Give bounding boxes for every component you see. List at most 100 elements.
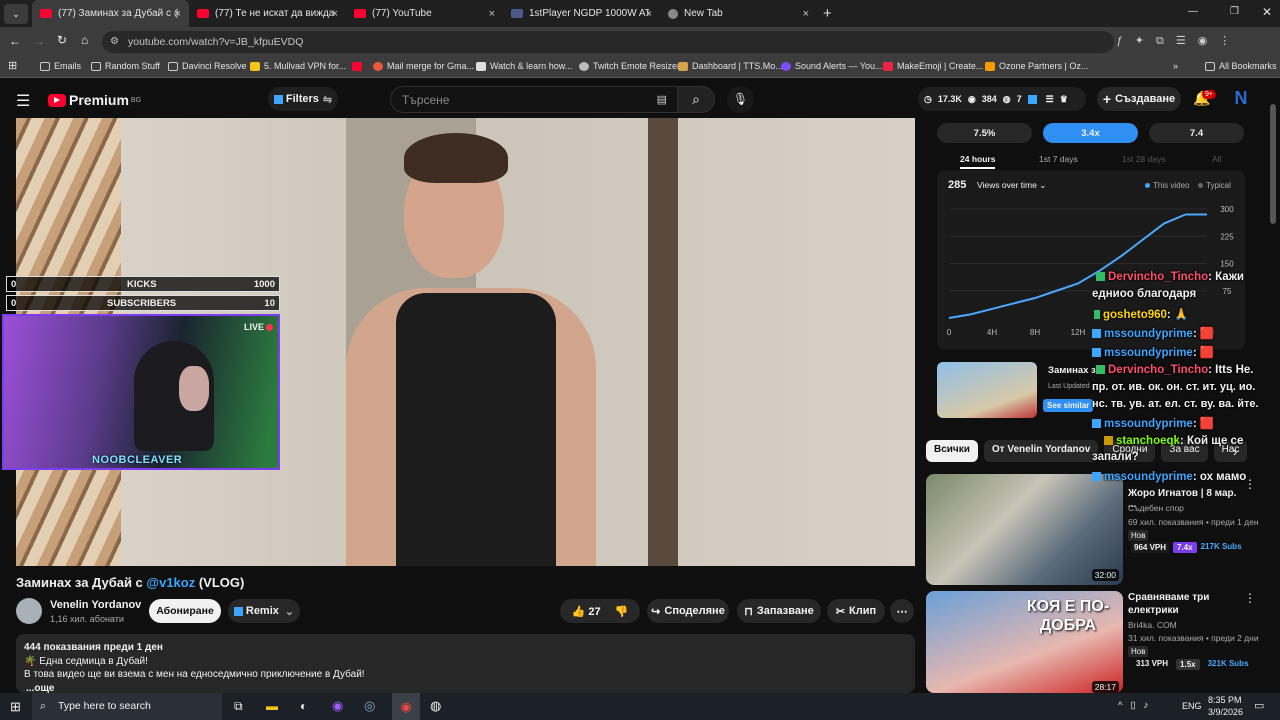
- range-7d[interactable]: 1st 7 days: [1039, 154, 1078, 164]
- bookmark-mail-merge[interactable]: Mail merge for Gma...: [373, 61, 474, 72]
- app-icon[interactable]: ◐: [300, 699, 307, 713]
- rec-video-1-meta: 69 хил. показвания • преди 1 ден: [1128, 517, 1259, 527]
- close-tab-icon[interactable]: ×: [803, 8, 809, 20]
- obs-icon[interactable]: ◍: [430, 698, 441, 714]
- bookmark-watch-learn[interactable]: Watch & learn how...: [476, 61, 572, 72]
- language-indicator[interactable]: ENG: [1182, 701, 1202, 711]
- messenger-icon[interactable]: ◉: [332, 698, 343, 714]
- filters-button[interactable]: Filters ⇋: [268, 87, 338, 111]
- chip-all[interactable]: Всички: [926, 440, 978, 462]
- subscribers-bar: 0 SUBSCRIBERS 10: [6, 295, 280, 311]
- similar-video-card[interactable]: [937, 362, 1037, 418]
- remix-button[interactable]: Remix ⌄: [228, 599, 300, 623]
- account-avatar[interactable]: N: [1230, 88, 1252, 110]
- like-button[interactable]: 👍 27: [572, 605, 601, 618]
- browser-tab-active[interactable]: (77) Заминах за Дубай с @v1koz×: [32, 0, 189, 27]
- close-tab-icon[interactable]: ×: [489, 8, 495, 20]
- clock-date[interactable]: 3/9/2026: [1208, 707, 1243, 717]
- x-tick-label: 12H: [1071, 328, 1086, 337]
- share-button[interactable]: ↪ Споделяне: [647, 599, 729, 623]
- bookmark-mullvad[interactable]: 5. Mullvad VPN for...: [250, 61, 346, 72]
- channel-name[interactable]: Venelin Yordanov: [50, 599, 141, 611]
- subscribe-button[interactable]: Абониране: [149, 599, 221, 623]
- menu-icon[interactable]: ☰: [16, 91, 30, 111]
- close-tab-icon[interactable]: ×: [332, 8, 338, 20]
- steam-icon[interactable]: ◎: [364, 698, 375, 714]
- youtube-favicon-icon: [197, 9, 209, 18]
- browser-tab[interactable]: New Tab ×: [660, 0, 817, 27]
- metric-pill[interactable]: 7.5%: [937, 123, 1032, 143]
- channel-avatar[interactable]: [16, 598, 42, 624]
- rec-video-2-title[interactable]: Сравняваме три електрики: [1128, 591, 1218, 617]
- trophy-icon[interactable]: ♛: [1060, 94, 1068, 105]
- rec-video-1-stats: 964 VPH 7.4x 217K Subs: [1131, 542, 1242, 553]
- browser-tab[interactable]: (77) Те не искат да виждат ×: [189, 0, 346, 27]
- taskbar-search-input[interactable]: ⌕ Type here to search: [32, 693, 222, 720]
- rec-video-1-thumb[interactable]: 32:00: [926, 474, 1123, 585]
- task-view-icon[interactable]: ⧉: [234, 699, 243, 714]
- apps-icon[interactable]: ⊞: [8, 59, 17, 72]
- bookmark-youtube[interactable]: [352, 61, 366, 72]
- bookmark-sound-alerts[interactable]: Sound Alerts — You...: [781, 61, 883, 72]
- keyboard-icon[interactable]: ▤: [657, 93, 667, 106]
- rec-video-2-channel[interactable]: Bri4ka. COM: [1128, 620, 1177, 630]
- forward-icon[interactable]: →: [33, 34, 45, 48]
- notification-center-icon[interactable]: ▭: [1254, 699, 1264, 712]
- range-28d[interactable]: 1st 28 days: [1122, 154, 1165, 164]
- chip-from-channel[interactable]: От Venelin Yordanov: [983, 440, 1099, 462]
- voice-search-icon[interactable]: 🎙: [727, 86, 754, 113]
- back-icon[interactable]: ←: [9, 34, 21, 48]
- metric-pill-active[interactable]: 3.4x: [1043, 123, 1138, 143]
- bookmark-makeemoji[interactable]: MakeEmoji | Create...: [883, 61, 983, 72]
- close-tab-icon[interactable]: ×: [646, 8, 652, 20]
- range-all[interactable]: All: [1212, 154, 1221, 164]
- views-over-time-dropdown[interactable]: Views over time ⌄: [977, 180, 1046, 191]
- close-tab-icon[interactable]: ×: [175, 8, 181, 20]
- see-similar-button[interactable]: See similar: [1043, 399, 1094, 412]
- list-icon[interactable]: ☰: [1046, 94, 1054, 105]
- rec-video-2-thumb[interactable]: КОЯ Е ПО-ДОБРА 28:17: [926, 591, 1123, 693]
- tray-icons[interactable]: ^▯♪: [1118, 700, 1156, 711]
- restore-icon[interactable]: ❐: [1230, 6, 1239, 17]
- range-24h[interactable]: 24 hours: [960, 154, 996, 169]
- page-scrollbar[interactable]: [1270, 104, 1276, 224]
- browser-tab[interactable]: 1stPlayer NGDP 1000W ATX 3.1×: [503, 0, 660, 27]
- youtube-logo[interactable]: Premium BG: [48, 92, 141, 108]
- bookmark-random-stuff[interactable]: Random Stuff: [91, 61, 160, 72]
- rec-video-2-menu[interactable]: ⋮: [1244, 591, 1256, 605]
- browser-tab[interactable]: (77) YouTube ×: [346, 0, 503, 27]
- dislike-button[interactable]: 👎: [615, 605, 629, 618]
- bookmark-twitch-emote[interactable]: Twitch Emote Resizer: [579, 61, 680, 72]
- bookmark-tts[interactable]: Dashboard | TTS.Mo...: [678, 61, 783, 72]
- all-bookmarks[interactable]: All Bookmarks: [1205, 61, 1277, 72]
- clip-button[interactable]: ✂ Клип: [827, 599, 885, 623]
- metric-pill[interactable]: 7.4: [1149, 123, 1244, 143]
- more-actions-button[interactable]: ⋯: [890, 599, 914, 623]
- bookmarks-overflow[interactable]: »: [1173, 61, 1178, 71]
- vidiq-icon[interactable]: [1027, 94, 1037, 104]
- close-window-icon[interactable]: ✕: [1262, 5, 1272, 19]
- file-explorer-icon[interactable]: ▬: [266, 699, 278, 713]
- reload-icon[interactable]: ↻: [57, 33, 67, 47]
- new-tab-button[interactable]: +: [823, 5, 832, 22]
- webcam-face: [179, 366, 209, 411]
- search-button[interactable]: ⌕: [677, 86, 715, 113]
- site-info-icon[interactable]: ⚙: [110, 31, 119, 53]
- bookmark-ozone[interactable]: Ozone Partners | Oz...: [985, 61, 1088, 72]
- create-button[interactable]: + Създаване: [1097, 87, 1181, 111]
- description-box[interactable]: 444 показвания преди 1 ден 🌴 Една седмиц…: [16, 634, 915, 694]
- bookmark-emails[interactable]: Emails: [40, 61, 81, 72]
- sound-alerts-icon: [781, 62, 791, 72]
- windows-start-icon[interactable]: ⊞: [10, 699, 21, 715]
- clock-time[interactable]: 8:35 PM: [1208, 695, 1242, 705]
- save-button[interactable]: ⊓ Запазване: [737, 599, 821, 623]
- channel-subs: 1,16 хил. абонати: [50, 614, 124, 624]
- chrome-icon[interactable]: ◉: [392, 693, 420, 720]
- address-bar[interactable]: ⚙ youtube.com/watch?v=JB_kfpuEVDQ: [102, 31, 1114, 53]
- tab-search-button[interactable]: ⌄: [4, 3, 28, 24]
- bookmark-davinci[interactable]: Davinci Resolve: [168, 61, 247, 72]
- home-icon[interactable]: ⌂: [81, 33, 88, 47]
- search-input[interactable]: Търсене ▤: [390, 86, 678, 113]
- rec-video-1-channel[interactable]: Съдебен спор: [1128, 503, 1184, 513]
- minimize-icon[interactable]: —: [1188, 6, 1198, 17]
